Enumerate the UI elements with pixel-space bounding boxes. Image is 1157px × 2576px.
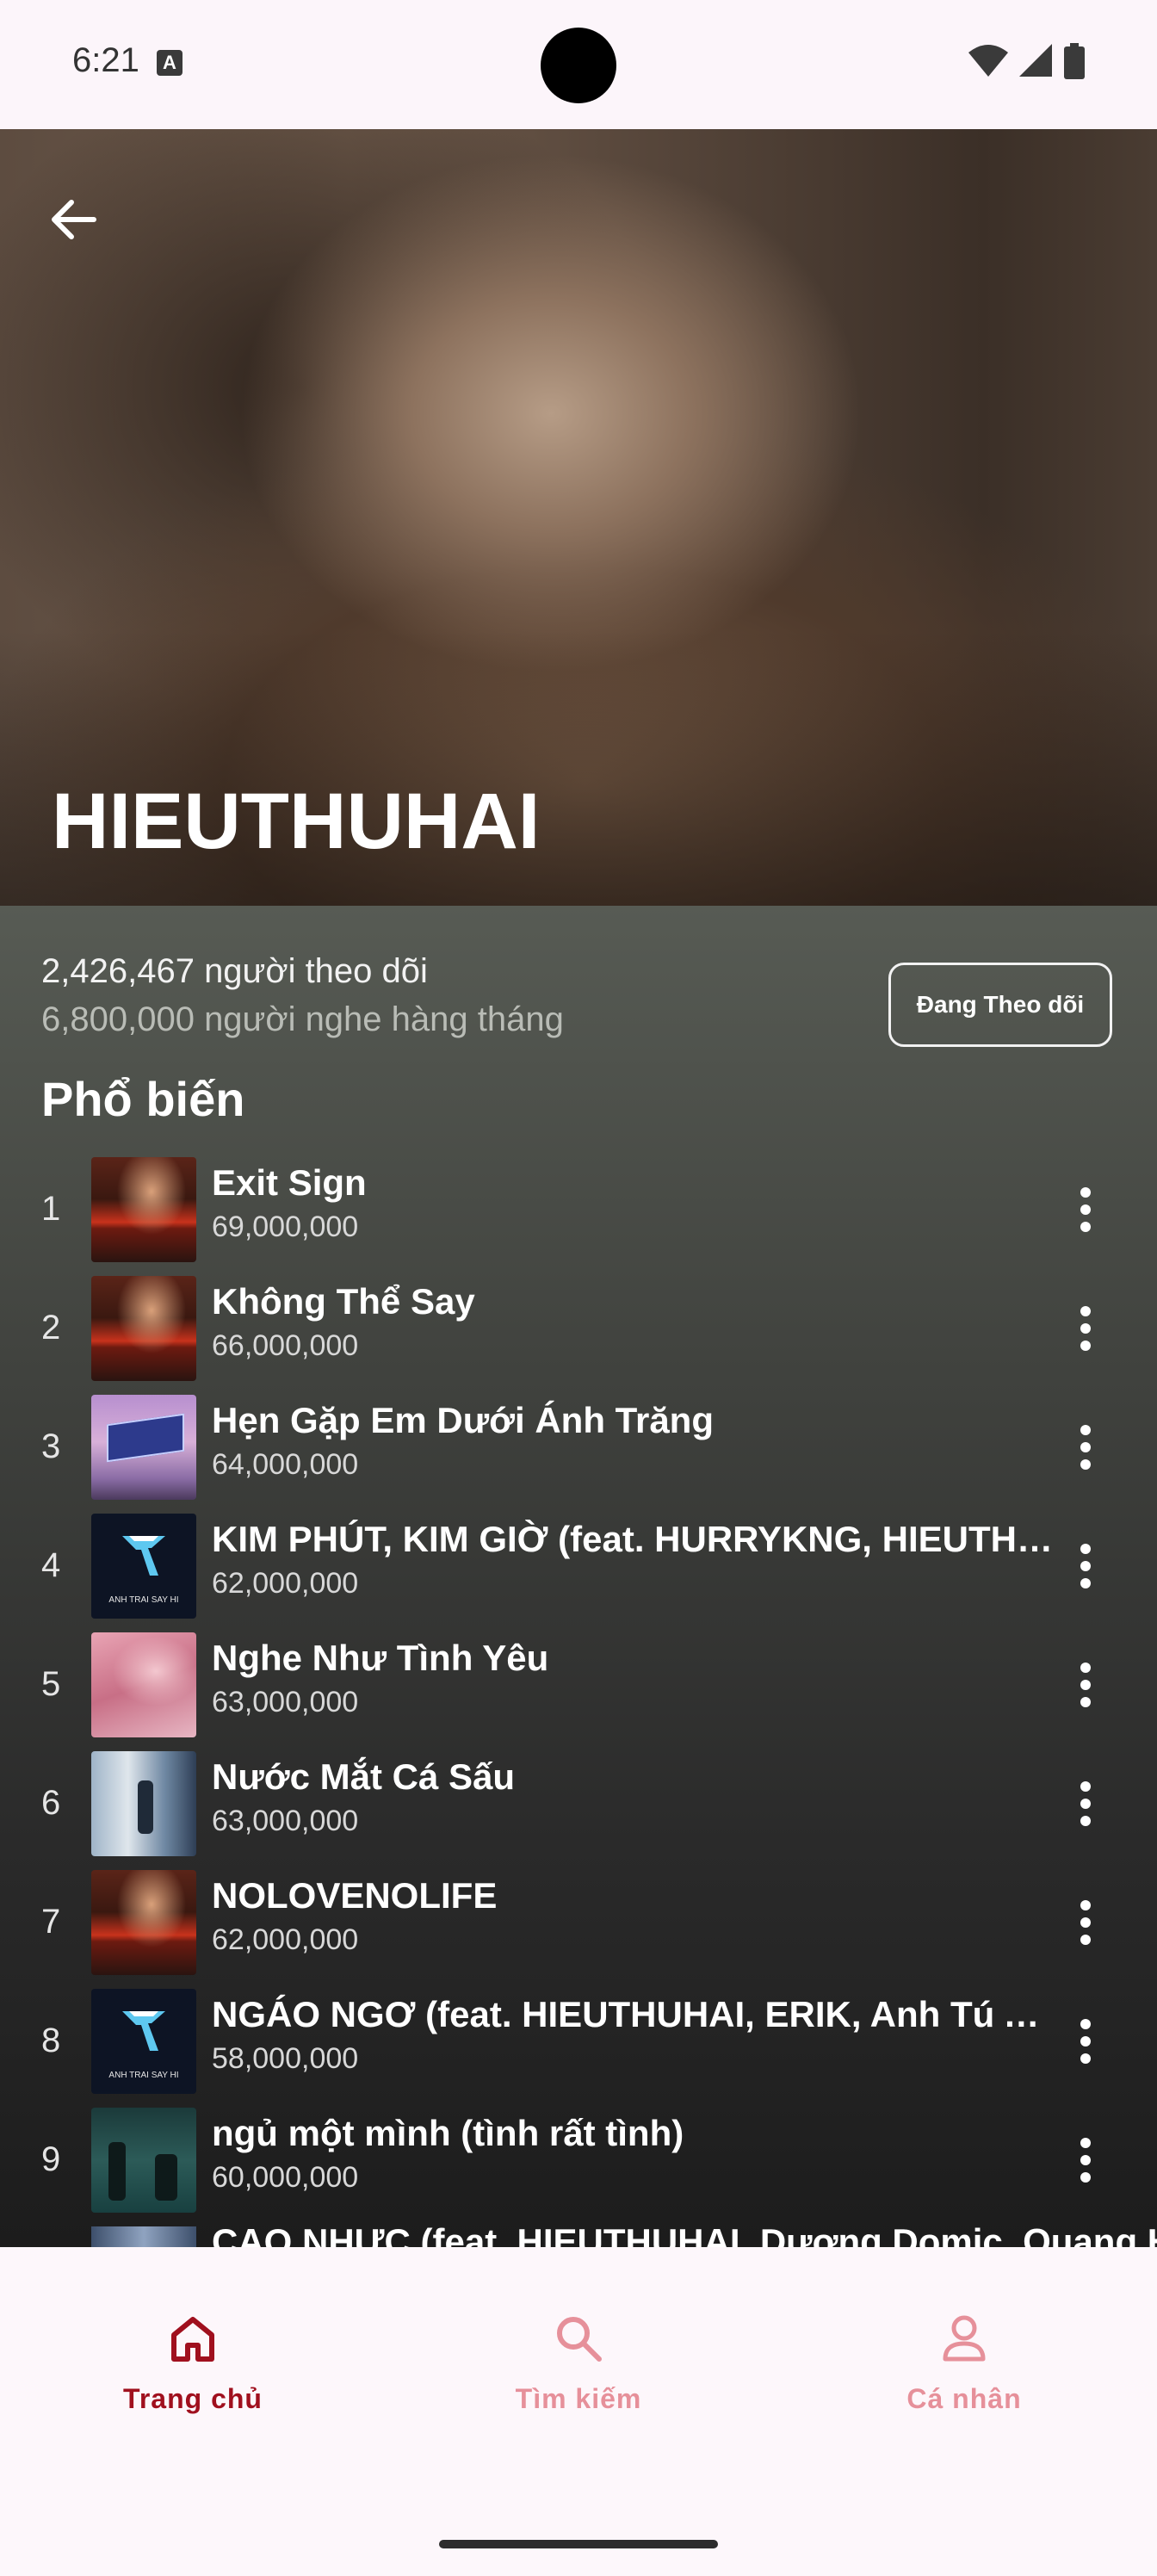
- nav-search[interactable]: Tìm kiếm: [386, 2282, 771, 2437]
- status-bar: 6:21 A: [0, 0, 1157, 129]
- more-vert-icon: [1080, 2138, 1091, 2183]
- nav-search-label: Tìm kiếm: [515, 2383, 642, 2414]
- more-vert-icon: [1080, 1544, 1091, 1588]
- popular-section-title: Phổ biến: [41, 1072, 245, 1126]
- track-row[interactable]: 4 ANH TRAI SAY HI KIM PHÚT, KIM GIỜ (feat.…: [0, 1508, 1157, 1627]
- track-title: Không Thể Say: [212, 1281, 475, 1322]
- track-rank: 1: [41, 1190, 61, 1228]
- track-title: KIM PHÚT, KIM GIỜ (feat. HURRYKNG, HIEUT…: [212, 1519, 1055, 1559]
- track-play-count: 60,000,000: [212, 2161, 359, 2194]
- nav-home[interactable]: Trang chủ: [0, 2282, 386, 2437]
- track-row[interactable]: 1 Exit Sign 69,000,000: [0, 1152, 1157, 1271]
- track-rank: 2: [41, 1309, 61, 1347]
- search-icon: [557, 2317, 602, 2362]
- person-icon: [943, 2315, 986, 2362]
- track-title: Nước Mắt Cá Sấu: [212, 1756, 516, 1797]
- track-rank: 5: [41, 1665, 61, 1703]
- track-play-count: 66,000,000: [212, 1329, 359, 1362]
- camera-cutout: [541, 28, 616, 103]
- artist-content: 2,426,467 người theo dõi 6,800,000 người…: [0, 906, 1157, 2247]
- more-vert-icon: [1080, 1306, 1091, 1351]
- track-play-count: 69,000,000: [212, 1211, 359, 1243]
- more-options-button[interactable]: [1055, 1527, 1116, 1605]
- track-play-count: 64,000,000: [212, 1448, 359, 1481]
- more-options-button[interactable]: [1055, 1409, 1116, 1486]
- track-title: Hẹn Gặp Em Dưới Ánh Trăng: [212, 1400, 714, 1440]
- more-vert-icon: [1080, 1425, 1091, 1470]
- arrow-left-icon: [52, 200, 96, 239]
- more-options-button[interactable]: [1055, 1290, 1116, 1367]
- track-play-count: 63,000,000: [212, 1805, 359, 1837]
- more-vert-icon: [1080, 1900, 1091, 1945]
- more-vert-icon: [1080, 1663, 1091, 1707]
- more-options-button[interactable]: [1055, 1765, 1116, 1842]
- home-icon: [171, 2317, 214, 2362]
- more-vert-icon: [1080, 1187, 1091, 1232]
- more-options-button[interactable]: [1055, 1646, 1116, 1724]
- track-title: Exit Sign: [212, 1162, 367, 1203]
- album-band-text: ANH TRAI SAY HI: [91, 2070, 196, 2082]
- more-options-button[interactable]: [1055, 2121, 1116, 2199]
- track-rank: 7: [41, 1903, 61, 1941]
- track-thumbnail: [91, 1157, 196, 1262]
- track-rank: 4: [41, 1546, 61, 1584]
- track-play-count: 58,000,000: [212, 2042, 359, 2075]
- more-options-button[interactable]: [1055, 2003, 1116, 2080]
- track-thumbnail: [91, 2226, 196, 2247]
- track-thumbnail: [91, 1276, 196, 1381]
- more-vert-icon: [1080, 2019, 1091, 2064]
- track-rank: 3: [41, 1427, 61, 1465]
- track-play-count: 62,000,000: [212, 1567, 359, 1600]
- artist-name: HIEUTHUHAI: [52, 777, 541, 865]
- track-row[interactable]: 8 ANH TRAI SAY HI NGÁO NGƠ (feat. HIEUTHUH…: [0, 1984, 1157, 2102]
- popular-track-list: 1 Exit Sign 69,000,000 2 Không Thể Say 66,000…: [0, 1152, 1157, 2221]
- track-row[interactable]: 2 Không Thể Say 66,000,000: [0, 1271, 1157, 1390]
- track-title: CAO NHƯC (feat. HIEUTHUHAI, Dương Domic,…: [212, 2226, 1157, 2247]
- track-rank: 8: [41, 2022, 61, 2059]
- followers-count: 2,426,467 người theo dõi: [41, 952, 428, 990]
- track-rank: 9: [41, 2140, 61, 2178]
- track-play-count: 62,000,000: [212, 1923, 359, 1956]
- more-options-button[interactable]: [1055, 1171, 1116, 1248]
- keyboard-a-icon: A: [157, 50, 183, 76]
- artist-hero-image: HIEUTHUHAI: [0, 129, 1157, 906]
- track-row[interactable]: 3 Hẹn Gặp Em Dưới Ánh Trăng 64,000,000: [0, 1390, 1157, 1508]
- track-thumbnail: [91, 1870, 196, 1975]
- signal-icon: [1018, 44, 1052, 77]
- track-thumbnail: [91, 1395, 196, 1500]
- track-thumbnail: ANH TRAI SAY HI: [91, 1989, 196, 2094]
- track-title: NOLOVENOLIFE: [212, 1875, 498, 1916]
- track-play-count: 63,000,000: [212, 1686, 359, 1718]
- track-title: Nghe Như Tình Yêu: [212, 1638, 549, 1678]
- track-title: ngủ một mình (tình rất tình): [212, 2113, 684, 2153]
- more-vert-icon: [1080, 1781, 1091, 1826]
- track-title: NGÁO NGƠ (feat. HIEUTHUHAI, ERIK, Anh Tú…: [212, 1994, 1055, 2034]
- track-row[interactable]: 5 Nghe Như Tình Yêu 63,000,000: [0, 1627, 1157, 1746]
- album-band-text: ANH TRAI SAY HI: [91, 1595, 196, 1607]
- track-row-partial[interactable]: CAO NHƯC (feat. HIEUTHUHAI, Dương Domic,…: [0, 2226, 1157, 2247]
- monthly-listeners: 6,800,000 người nghe hàng tháng: [41, 1000, 564, 1038]
- following-button[interactable]: Đang Theo dõi: [888, 963, 1112, 1047]
- system-icons: [962, 43, 1085, 81]
- nav-home-label: Trang chủ: [123, 2383, 263, 2414]
- nav-profile-label: Cá nhân: [906, 2383, 1022, 2414]
- track-thumbnail: [91, 1751, 196, 1856]
- home-indicator: [439, 2540, 718, 2548]
- back-button[interactable]: [34, 181, 112, 258]
- wifi-icon: [968, 45, 1009, 77]
- track-thumbnail: [91, 2108, 196, 2213]
- battery-icon: [1064, 43, 1085, 79]
- track-rank: 6: [41, 1784, 61, 1822]
- status-time: 6:21: [72, 41, 139, 79]
- track-row[interactable]: 7 NOLOVENOLIFE 62,000,000: [0, 1865, 1157, 1984]
- track-row[interactable]: 6 Nước Mắt Cá Sấu 63,000,000: [0, 1746, 1157, 1865]
- bottom-navigation: Trang chủ Tìm kiếm Cá nhân: [0, 2247, 1157, 2576]
- nav-profile[interactable]: Cá nhân: [771, 2282, 1157, 2437]
- more-options-button[interactable]: [1055, 1884, 1116, 1961]
- track-thumbnail: ANH TRAI SAY HI: [91, 1514, 196, 1619]
- track-thumbnail: [91, 1632, 196, 1737]
- track-row[interactable]: 9 ngủ một mình (tình rất tình) 60,000,000: [0, 2102, 1157, 2221]
